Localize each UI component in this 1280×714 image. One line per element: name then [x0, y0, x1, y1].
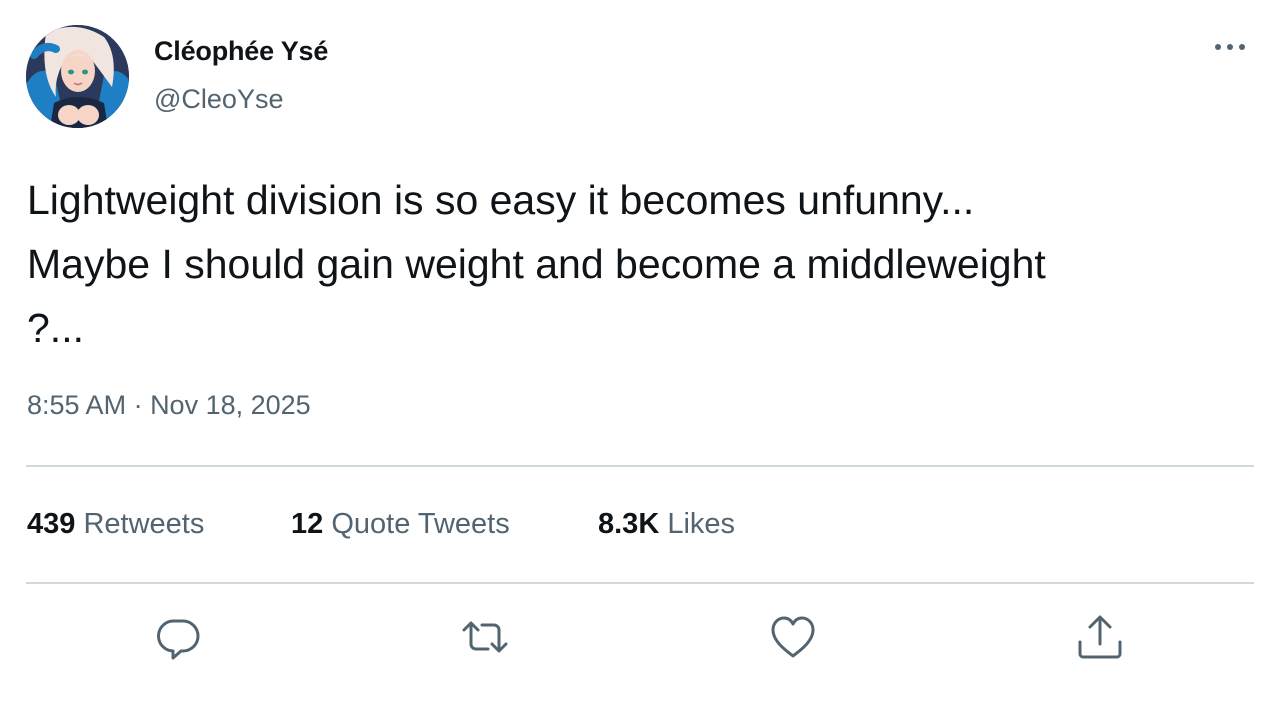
divider — [26, 582, 1254, 584]
user-avatar-illustration — [26, 25, 129, 128]
tweet-text: Lightweight division is so easy it becom… — [27, 168, 1257, 360]
quote-tweets-count: 12 — [291, 508, 324, 540]
quote-tweets-label: Quote Tweets — [331, 508, 510, 540]
timestamp-separator: · — [126, 390, 151, 420]
retweets-count: 439 — [27, 508, 76, 540]
like-icon[interactable] — [768, 612, 818, 662]
likes-count: 8.3K — [598, 508, 660, 540]
likes-label: Likes — [667, 508, 736, 540]
tweet-card: Cléophée Ysé @CleoYse Lightweight divisi… — [0, 0, 1280, 714]
avatar[interactable] — [26, 25, 129, 128]
reply-icon[interactable] — [154, 612, 204, 662]
divider — [26, 465, 1254, 467]
retweet-icon[interactable] — [460, 612, 510, 662]
likes-stat[interactable]: 8.3K Likes — [598, 508, 735, 541]
tweet-date-link[interactable]: Nov 18, 2025 — [150, 390, 311, 420]
retweets-label: Retweets — [83, 508, 205, 540]
tweet-text-line: Maybe I should gain weight and become a … — [27, 241, 1046, 287]
retweets-stat[interactable]: 439 Retweets — [27, 508, 204, 541]
share-icon[interactable] — [1075, 612, 1125, 662]
quote-tweets-stat[interactable]: 12 Quote Tweets — [291, 508, 510, 541]
tweet-time-link[interactable]: 8:55 AM — [27, 390, 126, 420]
tweet-timestamp: 8:55 AM · Nov 18, 2025 — [27, 390, 311, 421]
tweet-text-line: Lightweight division is so easy it becom… — [27, 177, 975, 223]
tweet-text-line: ?... — [27, 305, 84, 351]
author-display-name[interactable]: Cléophée Ysé — [154, 36, 328, 67]
author-handle[interactable]: @CleoYse — [154, 84, 283, 115]
more-options-icon[interactable] — [1208, 32, 1252, 62]
